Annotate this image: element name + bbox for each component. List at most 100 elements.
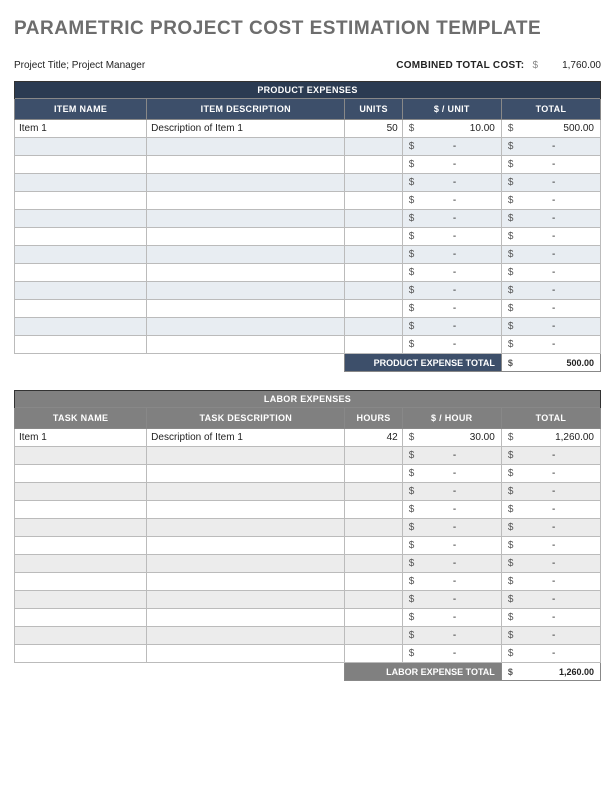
cell-rate[interactable]: $- bbox=[402, 246, 501, 264]
cell-rate[interactable]: $- bbox=[402, 645, 501, 663]
cell-units[interactable] bbox=[345, 537, 402, 555]
cell-units[interactable] bbox=[345, 447, 402, 465]
cell-units[interactable] bbox=[345, 591, 402, 609]
cell-desc[interactable] bbox=[147, 156, 345, 174]
cell-units[interactable] bbox=[345, 645, 402, 663]
cell-units[interactable] bbox=[345, 264, 402, 282]
cell-units[interactable] bbox=[345, 627, 402, 645]
cell-name[interactable] bbox=[15, 465, 147, 483]
cell-name[interactable] bbox=[15, 138, 147, 156]
cell-desc[interactable] bbox=[147, 555, 345, 573]
cell-name[interactable] bbox=[15, 282, 147, 300]
cell-desc[interactable] bbox=[147, 300, 345, 318]
cell-rate[interactable]: $- bbox=[402, 210, 501, 228]
cell-rate[interactable]: $- bbox=[402, 318, 501, 336]
cell-desc[interactable]: Description of Item 1 bbox=[147, 429, 345, 447]
cell-name[interactable] bbox=[15, 336, 147, 354]
cell-name[interactable] bbox=[15, 210, 147, 228]
cell-rate[interactable]: $- bbox=[402, 174, 501, 192]
cell-desc[interactable] bbox=[147, 336, 345, 354]
cell-name[interactable]: Item 1 bbox=[15, 120, 147, 138]
cell-units[interactable] bbox=[345, 609, 402, 627]
cell-desc[interactable] bbox=[147, 174, 345, 192]
cell-name[interactable]: Item 1 bbox=[15, 429, 147, 447]
cell-rate[interactable]: $- bbox=[402, 573, 501, 591]
cell-units[interactable] bbox=[345, 519, 402, 537]
cell-name[interactable] bbox=[15, 300, 147, 318]
cell-units[interactable] bbox=[345, 210, 402, 228]
cell-desc[interactable] bbox=[147, 627, 345, 645]
cell-units[interactable]: 42 bbox=[345, 429, 402, 447]
cell-units[interactable] bbox=[345, 156, 402, 174]
cell-desc[interactable] bbox=[147, 519, 345, 537]
cell-name[interactable] bbox=[15, 573, 147, 591]
cell-rate[interactable]: $- bbox=[402, 282, 501, 300]
cell-desc[interactable] bbox=[147, 246, 345, 264]
cell-desc[interactable] bbox=[147, 537, 345, 555]
cell-rate[interactable]: $- bbox=[402, 555, 501, 573]
cell-rate[interactable]: $- bbox=[402, 300, 501, 318]
cell-rate[interactable]: $- bbox=[402, 228, 501, 246]
cell-rate[interactable]: $- bbox=[402, 519, 501, 537]
cell-rate[interactable]: $- bbox=[402, 336, 501, 354]
cell-desc[interactable] bbox=[147, 573, 345, 591]
cell-desc[interactable] bbox=[147, 483, 345, 501]
cell-desc[interactable] bbox=[147, 138, 345, 156]
cell-rate[interactable]: $- bbox=[402, 465, 501, 483]
cell-units[interactable] bbox=[345, 573, 402, 591]
cell-rate[interactable]: $- bbox=[402, 447, 501, 465]
cell-rate[interactable]: $- bbox=[402, 537, 501, 555]
cell-desc[interactable] bbox=[147, 609, 345, 627]
cell-units[interactable] bbox=[345, 483, 402, 501]
cell-units[interactable] bbox=[345, 501, 402, 519]
cell-desc[interactable] bbox=[147, 591, 345, 609]
cell-rate[interactable]: $10.00 bbox=[402, 120, 501, 138]
cell-rate[interactable]: $- bbox=[402, 264, 501, 282]
cell-rate[interactable]: $- bbox=[402, 501, 501, 519]
cell-name[interactable] bbox=[15, 192, 147, 210]
cell-name[interactable] bbox=[15, 501, 147, 519]
cell-units[interactable] bbox=[345, 192, 402, 210]
cell-units[interactable]: 50 bbox=[345, 120, 402, 138]
cell-units[interactable] bbox=[345, 228, 402, 246]
cell-desc[interactable] bbox=[147, 228, 345, 246]
cell-name[interactable] bbox=[15, 609, 147, 627]
cell-name[interactable] bbox=[15, 318, 147, 336]
cell-name[interactable] bbox=[15, 447, 147, 465]
cell-desc[interactable]: Description of Item 1 bbox=[147, 120, 345, 138]
cell-units[interactable] bbox=[345, 336, 402, 354]
cell-desc[interactable] bbox=[147, 318, 345, 336]
cell-rate[interactable]: $- bbox=[402, 483, 501, 501]
cell-name[interactable] bbox=[15, 591, 147, 609]
cell-name[interactable] bbox=[15, 627, 147, 645]
cell-rate[interactable]: $- bbox=[402, 627, 501, 645]
cell-rate[interactable]: $30.00 bbox=[402, 429, 501, 447]
cell-units[interactable] bbox=[345, 174, 402, 192]
cell-desc[interactable] bbox=[147, 645, 345, 663]
cell-name[interactable] bbox=[15, 483, 147, 501]
cell-name[interactable] bbox=[15, 537, 147, 555]
cell-desc[interactable] bbox=[147, 501, 345, 519]
cell-units[interactable] bbox=[345, 465, 402, 483]
cell-desc[interactable] bbox=[147, 210, 345, 228]
cell-rate[interactable]: $- bbox=[402, 192, 501, 210]
cell-desc[interactable] bbox=[147, 192, 345, 210]
cell-rate[interactable]: $- bbox=[402, 156, 501, 174]
cell-name[interactable] bbox=[15, 228, 147, 246]
cell-desc[interactable] bbox=[147, 282, 345, 300]
cell-desc[interactable] bbox=[147, 264, 345, 282]
cell-name[interactable] bbox=[15, 156, 147, 174]
cell-units[interactable] bbox=[345, 138, 402, 156]
cell-name[interactable] bbox=[15, 555, 147, 573]
cell-units[interactable] bbox=[345, 555, 402, 573]
cell-desc[interactable] bbox=[147, 465, 345, 483]
cell-units[interactable] bbox=[345, 318, 402, 336]
cell-rate[interactable]: $- bbox=[402, 591, 501, 609]
cell-desc[interactable] bbox=[147, 447, 345, 465]
cell-name[interactable] bbox=[15, 264, 147, 282]
cell-rate[interactable]: $- bbox=[402, 138, 501, 156]
cell-name[interactable] bbox=[15, 519, 147, 537]
cell-units[interactable] bbox=[345, 246, 402, 264]
cell-name[interactable] bbox=[15, 645, 147, 663]
cell-name[interactable] bbox=[15, 246, 147, 264]
